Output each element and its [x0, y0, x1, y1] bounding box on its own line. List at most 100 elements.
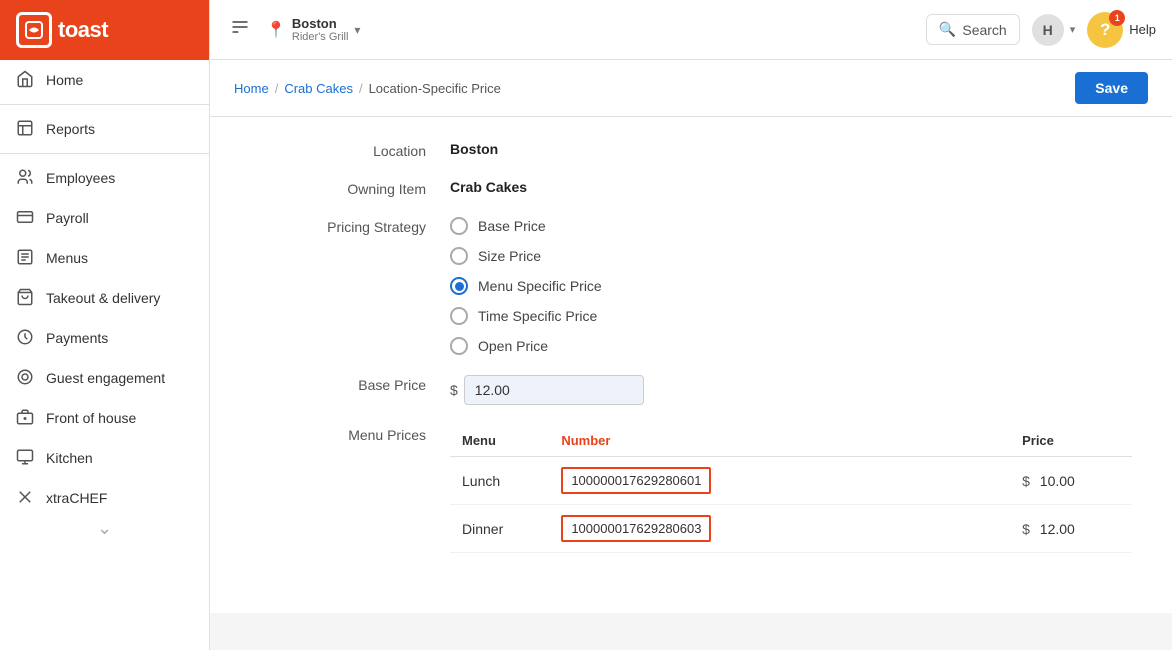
menus-icon	[16, 248, 36, 268]
base-price-input[interactable]	[464, 375, 644, 405]
employees-icon	[16, 168, 36, 188]
menu-price-lunch: $ 10.00	[1010, 457, 1132, 505]
radio-size-price[interactable]: Size Price	[450, 247, 602, 265]
sidebar-divider-2	[0, 153, 209, 154]
radio-base-price[interactable]: Base Price	[450, 217, 602, 235]
sidebar-item-home[interactable]: Home	[0, 60, 209, 100]
home-icon	[16, 70, 36, 90]
col-menu-header: Menu	[450, 425, 549, 457]
price-dollar-lunch: $	[1022, 473, 1030, 489]
breadcrumb-current: Location-Specific Price	[369, 81, 501, 96]
sidebar-item-guest-label: Guest engagement	[46, 370, 165, 386]
sidebar-item-employees-label: Employees	[46, 170, 115, 186]
payments-icon	[16, 328, 36, 348]
spacer-dinner	[752, 505, 1010, 553]
logo: toast	[0, 0, 209, 60]
owning-item-value: Crab Cakes	[450, 179, 527, 195]
sidebar-item-employees[interactable]: Employees	[0, 158, 209, 198]
help-badge: ? 1	[1087, 12, 1123, 48]
user-menu[interactable]: H ▾	[1032, 14, 1076, 46]
breadcrumb-item[interactable]: Crab Cakes	[284, 81, 353, 96]
menu-price-dinner: $ 12.00	[1010, 505, 1132, 553]
sidebar-item-kitchen[interactable]: Kitchen	[0, 438, 209, 478]
menu-prices-table: Menu Number Price Lunch 1000000176292806…	[450, 425, 1132, 553]
radio-open-label: Open Price	[478, 338, 548, 354]
number-highlighted-lunch: 100000017629280601	[561, 467, 711, 494]
sidebar-item-payroll[interactable]: Payroll	[0, 198, 209, 238]
scroll-indicator: ⌄	[0, 518, 209, 538]
reports-icon	[16, 119, 36, 139]
search-label: Search	[962, 22, 1006, 38]
sidebar-item-frontofhouse[interactable]: Front of house	[0, 398, 209, 438]
sidebar-item-reports-label: Reports	[46, 121, 95, 137]
help-label: Help	[1129, 22, 1156, 37]
radio-time-specific-price[interactable]: Time Specific Price	[450, 307, 602, 325]
content-area: Home / Crab Cakes / Location-Specific Pr…	[210, 60, 1172, 650]
sidebar-item-takeout[interactable]: Takeout & delivery	[0, 278, 209, 318]
pricing-strategy-row: Pricing Strategy Base Price Size Price	[250, 217, 1132, 355]
pricing-strategy-label: Pricing Strategy	[250, 217, 450, 235]
menu-name-lunch: Lunch	[450, 457, 549, 505]
menu-number-dinner: 100000017629280603	[549, 505, 752, 553]
menu-number-lunch: 100000017629280601	[549, 457, 752, 505]
sidebar-item-xtrachef[interactable]: xtraCHEF	[0, 478, 209, 518]
breadcrumb-home[interactable]: Home	[234, 81, 269, 96]
number-highlighted-dinner: 100000017629280603	[561, 515, 711, 542]
location-row: Location Boston	[250, 141, 1132, 159]
base-price-dollar: $	[450, 382, 458, 398]
menu-prices-label: Menu Prices	[250, 425, 450, 443]
menu-prices-row: Menu Prices Menu Number Price	[250, 425, 1132, 553]
radio-size-outer	[450, 247, 468, 265]
sidebar-item-payroll-label: Payroll	[46, 210, 89, 226]
sidebar-item-frontofhouse-label: Front of house	[46, 410, 136, 426]
radio-base-label: Base Price	[478, 218, 546, 234]
radio-menu-label: Menu Specific Price	[478, 278, 602, 294]
logo-icon	[16, 12, 52, 48]
logo-text: toast	[58, 17, 108, 43]
col-spacer-header	[752, 425, 1010, 457]
sidebar: toast Home Reports Employees Payroll Men…	[0, 0, 210, 650]
user-initial: H	[1043, 22, 1053, 38]
search-icon: 🔍	[939, 21, 956, 38]
location-restaurant: Rider's Grill	[292, 31, 349, 43]
kitchen-icon	[16, 448, 36, 468]
radio-size-label: Size Price	[478, 248, 541, 264]
sidebar-item-guest[interactable]: Guest engagement	[0, 358, 209, 398]
location-chevron-icon: ▾	[354, 23, 360, 37]
xtrachef-icon	[16, 488, 36, 508]
radio-open-outer	[450, 337, 468, 355]
save-button[interactable]: Save	[1075, 72, 1148, 104]
breadcrumb-sep-1: /	[275, 81, 279, 96]
location-city: Boston	[292, 16, 349, 31]
location-label: Location	[250, 141, 450, 159]
takeout-icon	[16, 288, 36, 308]
table-row: Lunch 100000017629280601 $ 10.00	[450, 457, 1132, 505]
radio-open-price[interactable]: Open Price	[450, 337, 602, 355]
sidebar-item-reports[interactable]: Reports	[0, 109, 209, 149]
sidebar-item-menus[interactable]: Menus	[0, 238, 209, 278]
help-button[interactable]: ? 1 Help	[1087, 12, 1156, 48]
menu-prices-table-container: Menu Number Price Lunch 1000000176292806…	[450, 425, 1132, 553]
help-question-icon: ?	[1100, 20, 1110, 40]
form-card: Location Boston Owning Item Crab Cakes P…	[210, 117, 1172, 613]
price-value-dinner: 12.00	[1040, 521, 1075, 537]
payroll-icon	[16, 208, 36, 228]
guest-icon	[16, 368, 36, 388]
user-avatar: H	[1032, 14, 1064, 46]
radio-menu-specific-price[interactable]: Menu Specific Price	[450, 277, 602, 295]
radio-time-outer	[450, 307, 468, 325]
sidebar-item-payments[interactable]: Payments	[0, 318, 209, 358]
radio-base-outer	[450, 217, 468, 235]
location-pin-icon: 📍	[266, 20, 286, 40]
search-button[interactable]: 🔍 Search	[926, 14, 1020, 45]
location-value: Boston	[450, 141, 498, 157]
sidebar-item-kitchen-label: Kitchen	[46, 450, 93, 466]
sidebar-divider-1	[0, 104, 209, 105]
sidebar-toggle-button[interactable]	[226, 13, 254, 47]
pricing-strategy-options: Base Price Size Price Menu Specific Pric…	[450, 217, 602, 355]
location-selector[interactable]: 📍 Boston Rider's Grill ▾	[266, 16, 360, 43]
radio-menu-inner	[455, 282, 464, 291]
sidebar-item-takeout-label: Takeout & delivery	[46, 290, 160, 306]
frontofhouse-icon	[16, 408, 36, 428]
radio-menu-outer	[450, 277, 468, 295]
